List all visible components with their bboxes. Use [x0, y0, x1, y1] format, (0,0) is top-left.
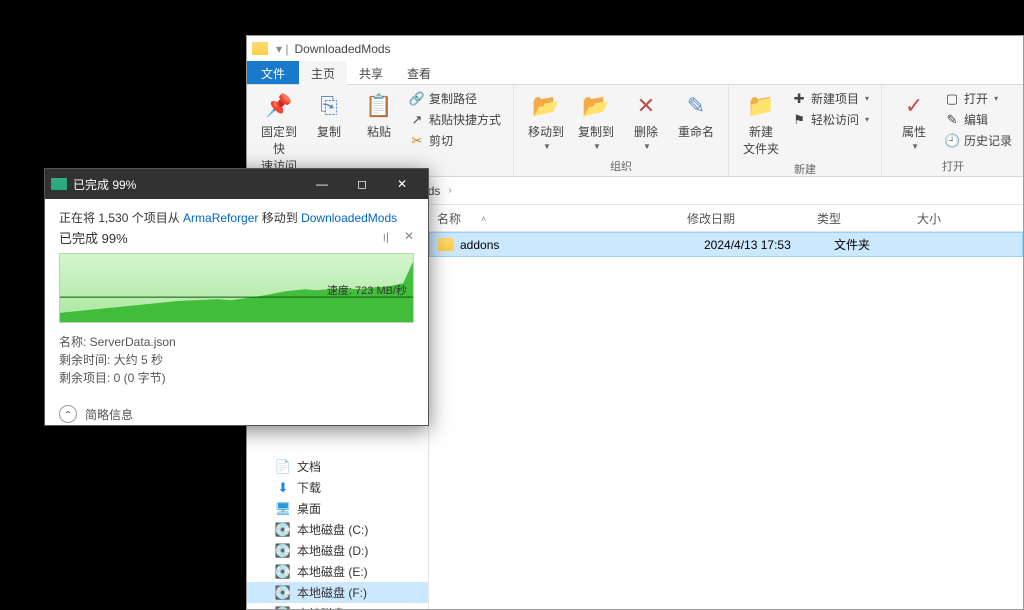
history-button[interactable]: 🕘历史记录	[940, 131, 1016, 150]
new-folder-button[interactable]: 📁新建 文件夹	[737, 89, 785, 159]
sidebar-drive-f[interactable]: 💽本地磁盘 (F:)	[247, 582, 428, 603]
path-icon: 🔗	[409, 91, 425, 107]
drive-icon: 💽	[275, 522, 291, 538]
folder-icon	[438, 238, 454, 251]
document-icon: 📄	[275, 459, 291, 475]
copyto-button[interactable]: 📂复制到▼	[572, 89, 620, 153]
drive-icon: 💽	[275, 564, 291, 580]
ribbon-group-clipboard: 📌固定到快 速访问 ⎘复制 📋粘贴 🔗复制路径 ↗粘贴快捷方式 ✂剪切 剪贴板	[247, 85, 514, 176]
qat-separator: ▾ |	[276, 42, 288, 56]
download-icon: ⬇	[275, 480, 291, 496]
window-title: DownloadedMods	[294, 42, 390, 56]
sidebar-downloads[interactable]: ⬇下载	[247, 477, 428, 498]
tab-home[interactable]: 主页	[299, 61, 347, 84]
edit-button[interactable]: ✎编辑	[940, 110, 1016, 129]
tab-view[interactable]: 查看	[395, 61, 443, 84]
desktop-icon: 🖥	[275, 501, 291, 517]
tab-file[interactable]: 文件	[247, 61, 299, 84]
speed-label: 速度: 723 MB/秒	[327, 282, 407, 298]
easy-access-button[interactable]: ⚑轻松访问▾	[787, 110, 873, 129]
tabs: 文件 主页 共享 查看	[247, 61, 1023, 85]
sidebar-desktop[interactable]: 🖥桌面	[247, 498, 428, 519]
new-folder-icon: 📁	[746, 91, 776, 121]
maximize-button[interactable]: ◻	[342, 169, 382, 199]
copy-button[interactable]: ⎘复制	[305, 89, 353, 142]
copy-icon: ⎘	[314, 91, 344, 121]
cut-icon: ✂	[409, 133, 425, 149]
ribbon: 📌固定到快 速访问 ⎘复制 📋粘贴 🔗复制路径 ↗粘贴快捷方式 ✂剪切 剪贴板 …	[247, 85, 1023, 177]
cancel-button[interactable]: ✕	[404, 229, 414, 246]
shortcut-icon: ↗	[409, 112, 425, 128]
file-row[interactable]: addons 2024/4/13 17:53 文件夹	[429, 232, 1023, 257]
ribbon-group-new: 📁新建 文件夹 ✚新建项目▾ ⚑轻松访问▾ 新建	[729, 85, 882, 176]
paste-icon: 📋	[364, 91, 394, 121]
edit-icon: ✎	[944, 112, 960, 128]
chevron-up-icon: ⌄	[59, 405, 77, 423]
pin-button[interactable]: 📌固定到快 速访问	[255, 89, 303, 176]
moveto-icon: 📂	[531, 91, 561, 121]
rename-icon: ✎	[681, 91, 711, 121]
fewer-details-button[interactable]: ⌄ 简略信息	[45, 397, 428, 431]
folder-icon	[252, 42, 268, 55]
target-link[interactable]: DownloadedMods	[301, 211, 397, 225]
sidebar-drive-c[interactable]: 💽本地磁盘 (C:)	[247, 519, 428, 540]
source-link[interactable]: ArmaReforger	[183, 211, 258, 225]
speed-chart: 速度: 723 MB/秒	[59, 253, 414, 323]
transfer-icon	[51, 178, 67, 190]
sidebar-drive-g[interactable]: 💽本地磁盘 (G:)	[247, 603, 428, 609]
paste-shortcut-button[interactable]: ↗粘贴快捷方式	[405, 110, 505, 129]
percent-complete: 已完成 99%	[59, 228, 128, 247]
sort-arrow-icon: ˄	[481, 214, 486, 224]
copy-path-button[interactable]: 🔗复制路径	[405, 89, 505, 108]
ribbon-group-open: ✓属性▼ ▢打开▾ ✎编辑 🕘历史记录 打开	[882, 85, 1024, 176]
rename-button[interactable]: ✎重命名	[672, 89, 720, 142]
file-list: 名称˄ 修改日期 类型 大小 addons 2024/4/13 17:53 文件…	[429, 206, 1023, 609]
minimize-button[interactable]: —	[302, 169, 342, 199]
history-icon: 🕘	[944, 133, 960, 149]
cut-button[interactable]: ✂剪切	[405, 131, 505, 150]
title-bar[interactable]: ▾ | DownloadedMods	[247, 36, 1023, 61]
sidebar-docs[interactable]: 📄文档	[247, 456, 428, 477]
drive-icon: 💽	[275, 543, 291, 559]
pause-button[interactable]: 〢	[380, 229, 392, 246]
moveto-button[interactable]: 📂移动到▼	[522, 89, 570, 153]
ribbon-group-organize: 📂移动到▼ 📂复制到▼ ✕删除▼ ✎重命名 组织	[514, 85, 729, 176]
chevron-right-icon: ›	[448, 185, 451, 196]
properties-button[interactable]: ✓属性▼	[890, 89, 938, 153]
drive-icon: 💽	[275, 585, 291, 601]
sidebar-drive-d[interactable]: 💽本地磁盘 (D:)	[247, 540, 428, 561]
properties-icon: ✓	[899, 91, 929, 121]
sidebar-drive-e[interactable]: 💽本地磁盘 (E:)	[247, 561, 428, 582]
dialog-info: 名称: ServerData.json 剩余时间: 大约 5 秒 剩余项目: 0…	[59, 333, 414, 387]
new-item-icon: ✚	[791, 91, 807, 107]
dialog-title: 已完成 99%	[73, 176, 136, 193]
new-item-button[interactable]: ✚新建项目▾	[787, 89, 873, 108]
delete-button[interactable]: ✕删除▼	[622, 89, 670, 153]
delete-icon: ✕	[631, 91, 661, 121]
close-button[interactable]: ✕	[382, 169, 422, 199]
open-icon: ▢	[944, 91, 960, 107]
tab-share[interactable]: 共享	[347, 61, 395, 84]
copy-message: 正在将 1,530 个项目从 ArmaReforger 移动到 Download…	[59, 209, 414, 226]
copy-progress-dialog[interactable]: 已完成 99% — ◻ ✕ 正在将 1,530 个项目从 ArmaReforge…	[44, 168, 429, 426]
dialog-title-bar[interactable]: 已完成 99% — ◻ ✕	[45, 169, 428, 199]
paste-button[interactable]: 📋粘贴	[355, 89, 403, 142]
copyto-icon: 📂	[581, 91, 611, 121]
drive-icon: 💽	[275, 606, 291, 610]
easy-access-icon: ⚑	[791, 112, 807, 128]
pin-icon: 📌	[264, 91, 294, 121]
column-headers[interactable]: 名称˄ 修改日期 类型 大小	[429, 206, 1023, 232]
open-button[interactable]: ▢打开▾	[940, 89, 1016, 108]
